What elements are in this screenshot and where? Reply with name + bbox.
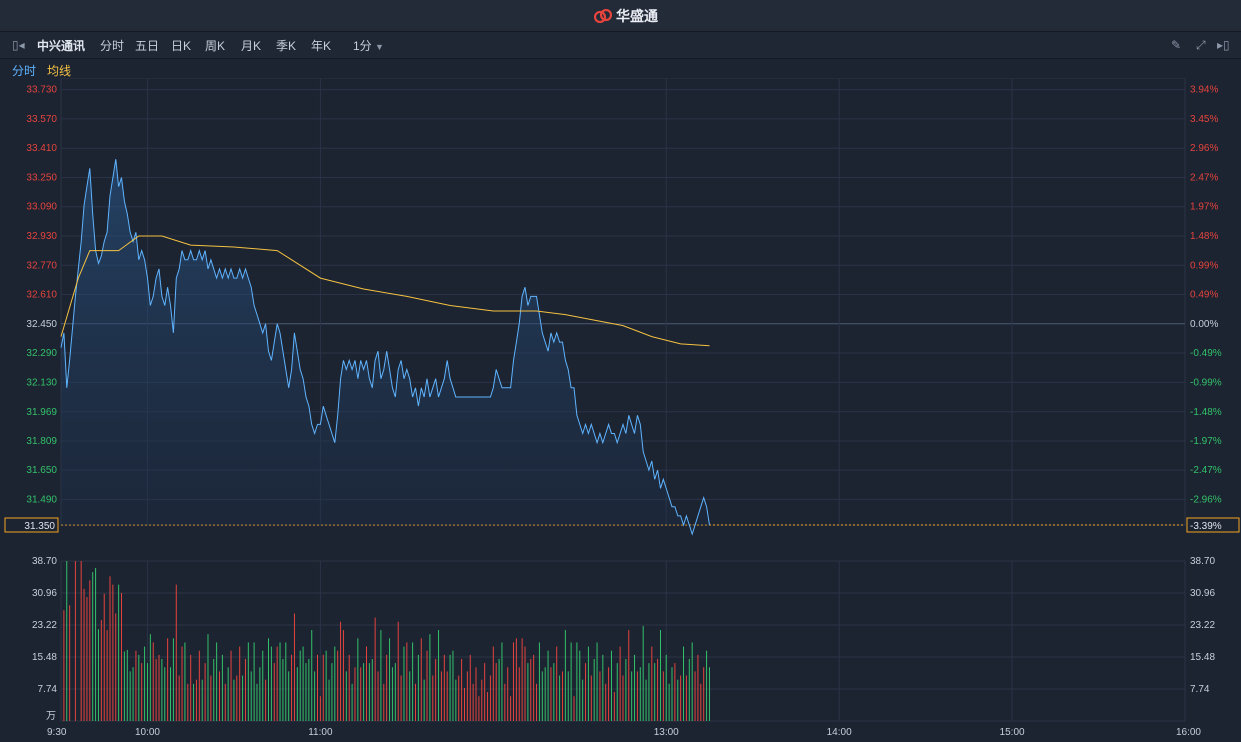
tab-weekly-k[interactable]: 周K xyxy=(205,37,225,54)
price-tick-label: 32.450 xyxy=(26,319,57,330)
current-price-label: 31.350 xyxy=(24,521,55,532)
time-tick-label: 10:00 xyxy=(135,727,160,738)
volume-tick-label: 15.48 xyxy=(32,652,57,663)
volume-bars xyxy=(63,561,710,721)
price-tick-label: 31.969 xyxy=(26,407,57,418)
volume-tick-label: 38.70 xyxy=(1190,556,1215,567)
pct-tick-label: -2.96% xyxy=(1190,494,1222,505)
fullscreen-icon[interactable]: ⤢ xyxy=(1196,38,1206,53)
pct-tick-label: -0.99% xyxy=(1190,377,1222,388)
price-area xyxy=(61,159,710,535)
brand-name: 华盛通 xyxy=(616,8,658,24)
tab-monthly-k[interactable]: 月K xyxy=(241,37,261,54)
time-tick-label: 13:00 xyxy=(654,727,679,738)
price-tick-label: 33.090 xyxy=(26,202,57,213)
pct-tick-label: -1.97% xyxy=(1190,436,1222,447)
volume-tick-label: 30.96 xyxy=(1190,588,1215,599)
volume-tick-label: 23.22 xyxy=(32,620,57,631)
pct-tick-label: 0.49% xyxy=(1190,290,1218,301)
price-fill xyxy=(61,159,710,535)
tab-yearly-k[interactable]: 年K xyxy=(311,37,331,54)
pct-tick-label: 2.47% xyxy=(1190,172,1218,183)
intraday-chart[interactable]: 33.730 3.94% 33.570 3.45% 33.410 2.96% 33.250 2… xyxy=(0,78,1241,742)
collapse-right-icon[interactable]: ▸▯ xyxy=(1217,38,1230,52)
pct-tick-label: 0.00% xyxy=(1190,319,1218,330)
price-tick-label: 31.650 xyxy=(26,465,57,476)
pencil-icon[interactable]: ✎ xyxy=(1171,38,1181,52)
volume-tick-label: 7.74 xyxy=(1190,684,1210,695)
tab-daily-k[interactable]: 日K xyxy=(171,37,191,54)
interval-select[interactable]: 1分 ▼ xyxy=(353,37,384,54)
volume-tick-label: 23.22 xyxy=(1190,620,1215,631)
chevron-down-icon: ▼ xyxy=(375,42,384,52)
brand-logo-icon xyxy=(594,9,612,23)
price-tick-label: 33.410 xyxy=(26,143,57,154)
toolbar: ▯◂ 中兴通讯 分时 五日 日K 周K 月K 季K 年K 1分 ▼ ✎ ⤢ ▸▯ xyxy=(0,32,1241,59)
price-tick-label: 31.809 xyxy=(26,436,57,447)
pct-tick-label: -2.47% xyxy=(1190,465,1222,476)
interval-value: 1分 xyxy=(353,39,372,53)
tab-quarterly-k[interactable]: 季K xyxy=(276,37,296,54)
price-tick-label: 33.250 xyxy=(26,172,57,183)
volume-tick-label: 38.70 xyxy=(32,556,57,567)
pct-tick-label: 3.94% xyxy=(1190,85,1218,96)
price-tick-label: 31.490 xyxy=(26,494,57,505)
time-tick-label: 15:00 xyxy=(1000,727,1025,738)
volume-tick-label: 30.96 xyxy=(32,588,57,599)
volume-unit-label: 万 xyxy=(46,711,56,722)
top-bar: 华盛通 xyxy=(0,0,1241,32)
collapse-left-icon[interactable]: ▯◂ xyxy=(12,38,25,52)
price-tick-label: 32.290 xyxy=(26,348,57,359)
pct-tick-label: 3.45% xyxy=(1190,114,1218,125)
time-tick-label: 11:00 xyxy=(308,727,333,738)
current-pct-label: -3.39% xyxy=(1190,521,1222,532)
pct-tick-label: 2.96% xyxy=(1190,143,1218,154)
legend-price: 分时 xyxy=(12,64,37,78)
price-tick-label: 32.930 xyxy=(26,231,57,242)
time-tick-label: 9:30 xyxy=(47,727,67,738)
legend-bar: 分时 均线 xyxy=(0,59,1241,78)
volume-tick-label: 15.48 xyxy=(1190,652,1215,663)
pct-tick-label: -0.49% xyxy=(1190,348,1222,359)
price-tick-label: 33.570 xyxy=(26,114,57,125)
price-tick-label: 32.770 xyxy=(26,260,57,271)
price-tick-label: 32.130 xyxy=(26,377,57,388)
stock-name: 中兴通讯 xyxy=(37,39,86,53)
volume-tick-label: 7.74 xyxy=(38,684,58,695)
price-tick-label: 33.730 xyxy=(26,85,57,96)
pct-tick-label: 1.97% xyxy=(1190,202,1218,213)
tab-intraday[interactable]: 分时 xyxy=(100,37,124,54)
pct-tick-label: -1.48% xyxy=(1190,407,1222,418)
brand-logo: 华盛通 xyxy=(594,6,658,26)
time-tick-label: 16:00 xyxy=(1176,727,1201,738)
tab-five-day[interactable]: 五日 xyxy=(135,37,159,54)
pct-tick-label: 0.99% xyxy=(1190,260,1218,271)
pct-tick-label: 1.48% xyxy=(1190,231,1218,242)
time-tick-label: 14:00 xyxy=(827,727,852,738)
price-tick-label: 32.610 xyxy=(26,290,57,301)
legend-average: 均线 xyxy=(47,64,72,78)
